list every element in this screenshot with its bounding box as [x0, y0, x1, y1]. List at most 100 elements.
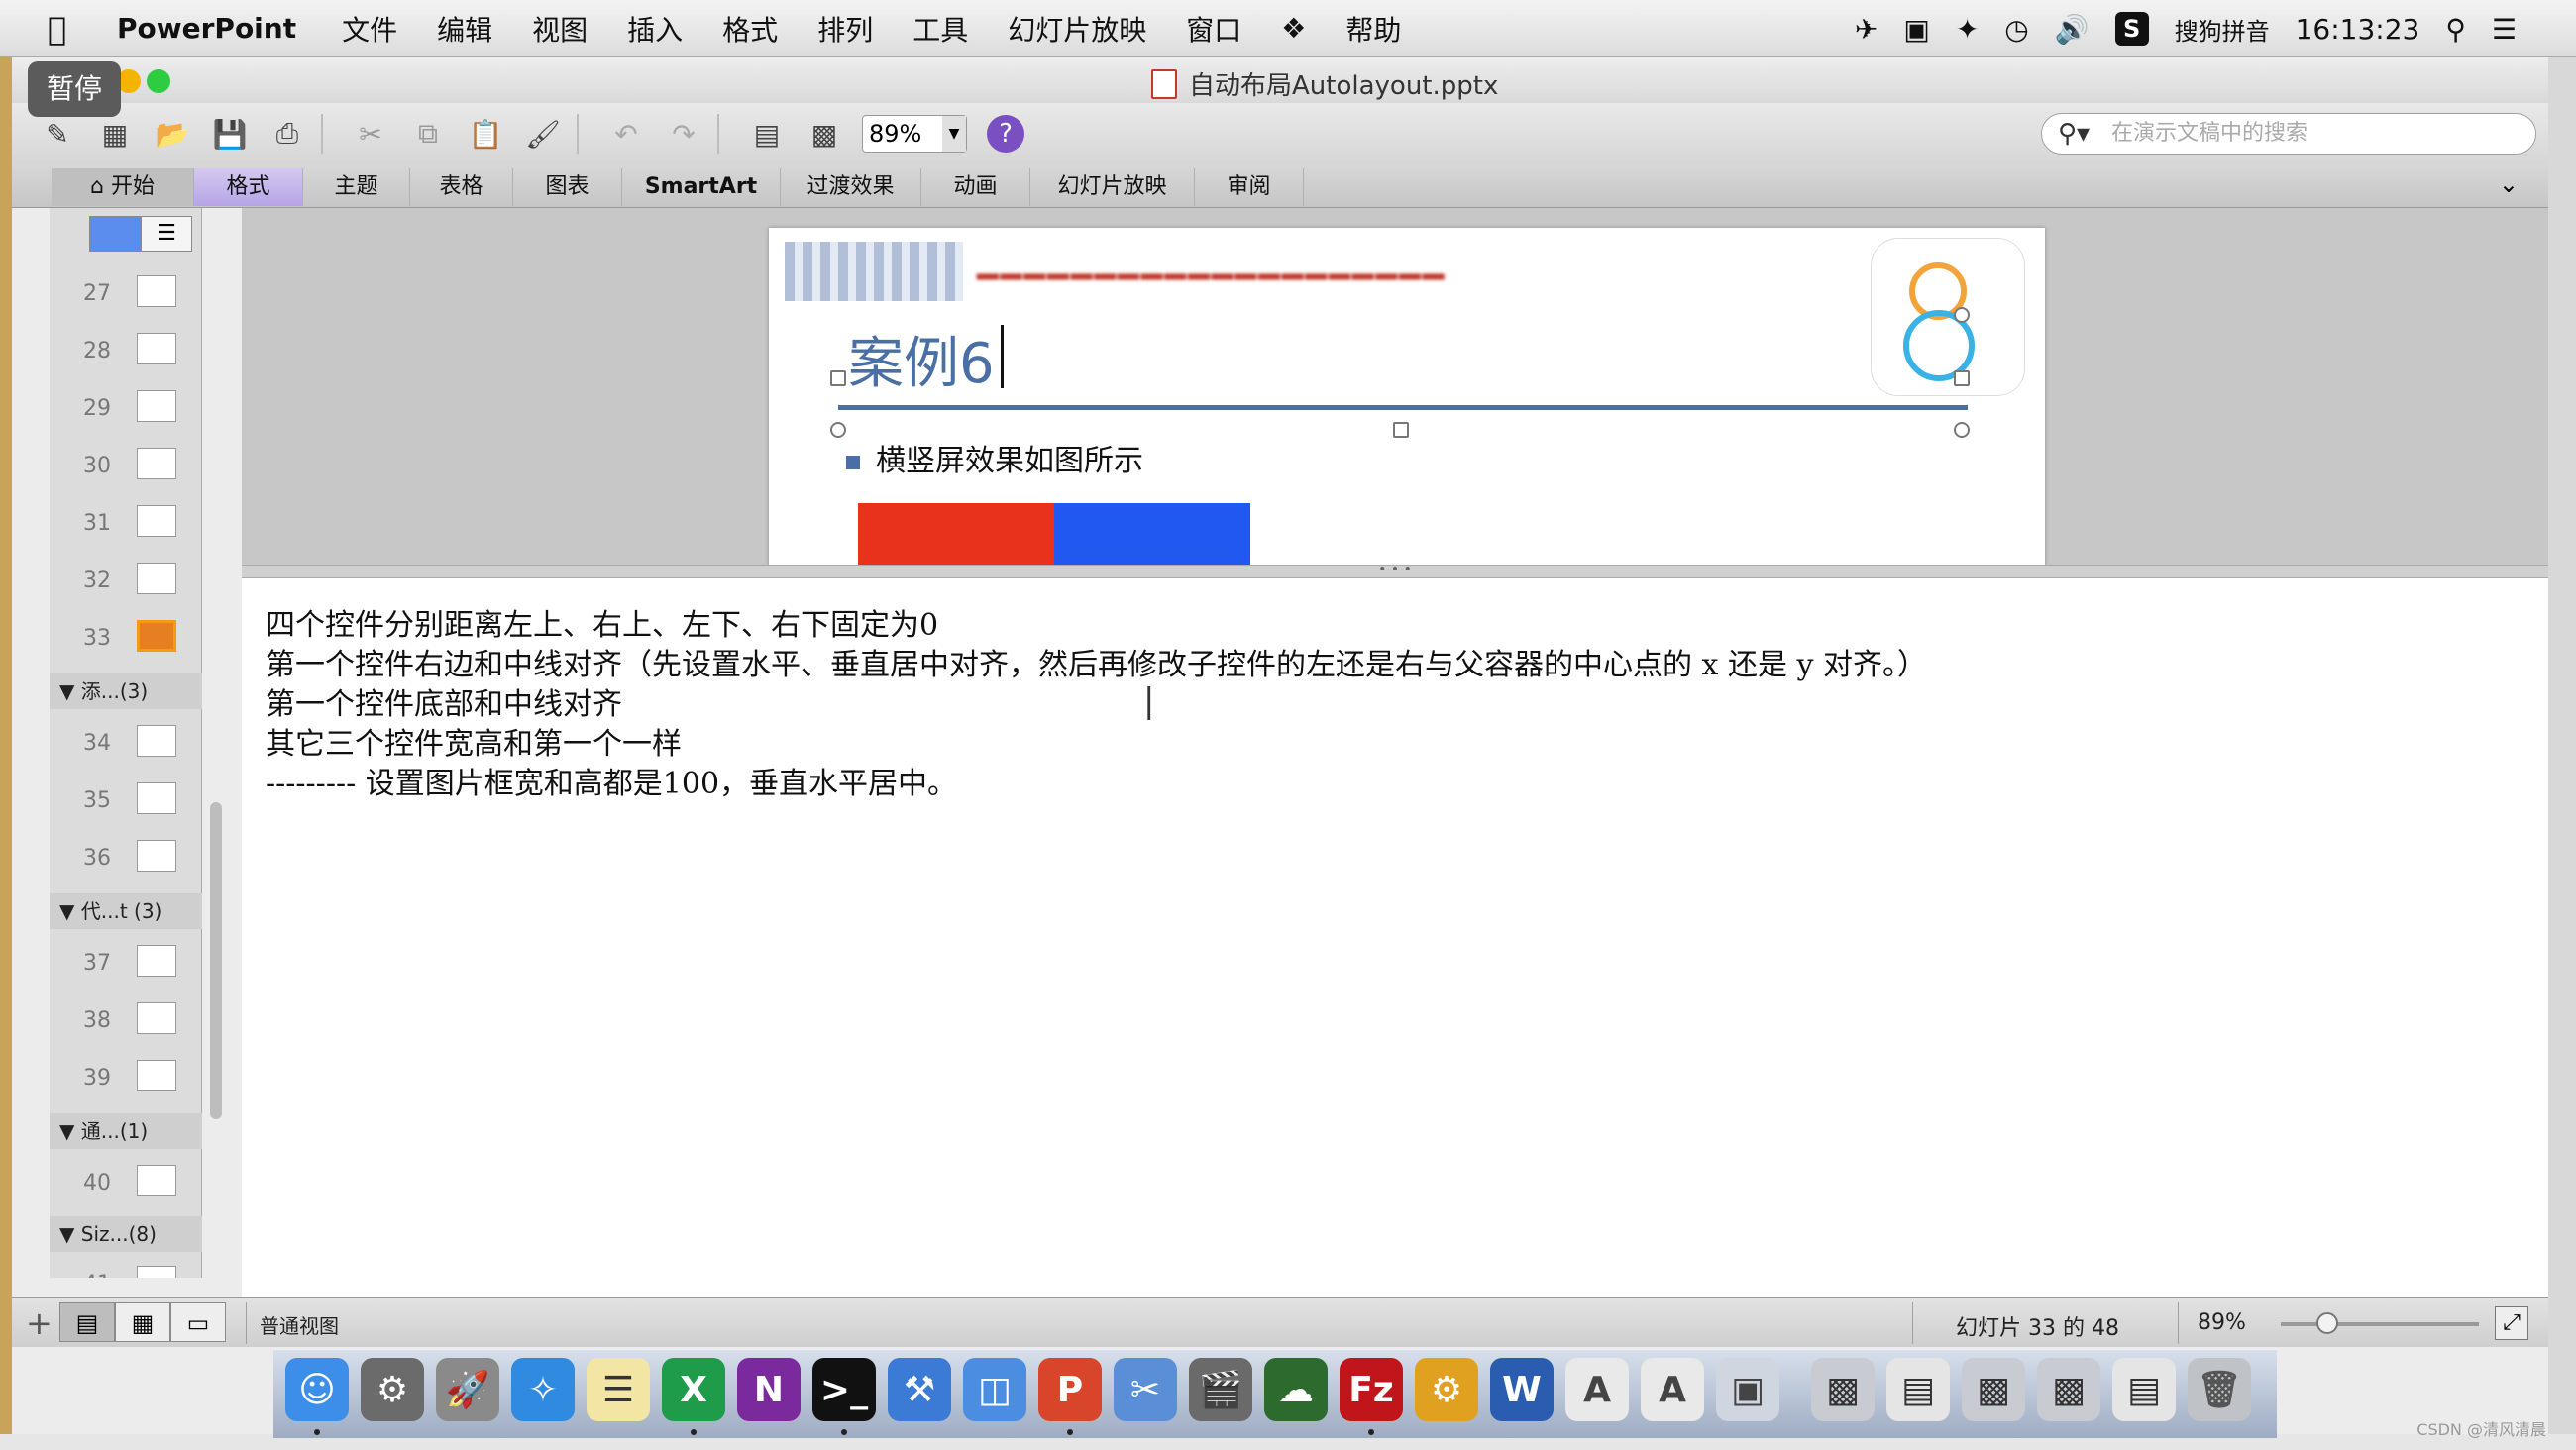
pause-badge[interactable]: 暂停 [28, 61, 121, 117]
document-icon[interactable]: A [1641, 1358, 1704, 1421]
note-line[interactable]: 四个控件分别距离左上、右上、左下、右下固定为0 [266, 600, 938, 644]
slide-canvas[interactable]: ━━━━━━━━━━━━━━━━━━━━ 案例6 横竖屏效果如图所示 [242, 208, 2548, 567]
fit-to-window-icon[interactable]: ⤢ [2495, 1306, 2528, 1340]
slide-thumb[interactable]: 39 [50, 1054, 202, 1103]
slide-thumb[interactable]: 41 [50, 1260, 202, 1278]
video-app-icon[interactable]: 🎬 [1189, 1358, 1252, 1421]
script-icon[interactable]: ❖ [1281, 12, 1306, 45]
search-icon[interactable]: ⚲▾ [2058, 114, 2090, 154]
thumbnail-view-button[interactable] [89, 216, 141, 252]
minimized-window-icon[interactable]: ▤ [1886, 1358, 1950, 1421]
filezilla-icon[interactable]: Fz [1340, 1358, 1403, 1421]
section-header[interactable]: ▼ Siz...(8) [50, 1216, 202, 1252]
slide-thumb[interactable]: 37 [50, 939, 202, 988]
navigator-scrollbar[interactable] [210, 802, 222, 1119]
tab-home[interactable]: ⌂ 开始 [52, 168, 194, 206]
slide-thumbnail[interactable] [137, 1165, 176, 1196]
menu-view[interactable]: 视图 [532, 9, 588, 49]
time-machine-icon[interactable]: ◷ [2004, 13, 2028, 46]
slide-thumbnail[interactable] [137, 333, 176, 364]
add-slide-icon[interactable]: + [26, 1304, 53, 1342]
menu-edit[interactable]: 编辑 [437, 9, 492, 49]
airplane-icon[interactable]: ✈ [1855, 13, 1878, 46]
slide-thumbnail[interactable] [137, 620, 176, 652]
tab-themes[interactable]: 主题 [303, 168, 410, 206]
slide-thumbnail[interactable] [137, 725, 176, 757]
tab-review[interactable]: 审阅 [1195, 168, 1304, 206]
terminal-icon[interactable]: >_ [812, 1358, 876, 1421]
bullet-item[interactable]: 横竖屏效果如图所示 [846, 436, 1143, 479]
resize-handle[interactable] [1954, 370, 1970, 386]
note-line[interactable]: 第一个控件右边和中线对齐（先设置水平、垂直居中对齐，然后再修改子控件的左还是右与… [266, 640, 1927, 683]
menu-window[interactable]: 窗口 [1186, 9, 1241, 49]
minimized-window-icon[interactable]: ▩ [2037, 1358, 2100, 1421]
chevron-down-icon[interactable]: ▼ [942, 116, 966, 152]
scissors-app-icon[interactable]: ✂ [1114, 1358, 1177, 1421]
tab-slideshow[interactable]: 幻灯片放映 [1030, 168, 1195, 206]
redo-icon[interactable]: ↷ [662, 112, 705, 155]
minimized-window-icon[interactable]: ▩ [1811, 1358, 1875, 1421]
xcode-icon[interactable]: ⚒ [888, 1358, 951, 1421]
zoom-slider-knob[interactable] [2316, 1312, 2338, 1334]
slide-thumb[interactable]: 36 [50, 834, 202, 883]
note-line[interactable]: 第一个控件底部和中线对齐 [266, 679, 622, 723]
menu-format[interactable]: 格式 [722, 9, 778, 49]
slide-thumbnail[interactable] [137, 782, 176, 814]
resize-handle[interactable] [830, 370, 846, 386]
volume-icon[interactable]: 🔊 [2055, 13, 2090, 46]
paste-icon[interactable]: 📋 [464, 112, 507, 155]
section-header[interactable]: ▼ 通...(1) [50, 1113, 202, 1149]
menu-arrange[interactable]: 排列 [817, 9, 873, 49]
zoom-button[interactable] [147, 69, 170, 93]
slide-thumbnail[interactable] [137, 390, 176, 422]
safari-icon[interactable]: ✧ [511, 1358, 575, 1421]
menu-tools[interactable]: 工具 [912, 9, 968, 49]
search-input[interactable]: ⚲▾ 在演示文稿中的搜索 [2041, 113, 2536, 155]
print-icon[interactable]: ⎙ [266, 112, 309, 155]
slide-thumbnail[interactable] [137, 505, 176, 537]
slide-thumb[interactable]: 28 [50, 327, 202, 376]
new-icon[interactable]: ✎ [36, 112, 79, 155]
copy-icon[interactable]: ⧉ [406, 112, 450, 155]
open-icon[interactable]: 📂 [151, 112, 194, 155]
slide-thumb[interactable]: 31 [50, 499, 202, 549]
slide-thumbnail[interactable] [137, 1002, 176, 1034]
tab-smartart[interactable]: SmartArt [622, 168, 781, 206]
slide-thumb[interactable]: 40 [50, 1159, 202, 1208]
tab-animations[interactable]: 动画 [921, 168, 1030, 206]
undo-icon[interactable]: ↶ [604, 112, 648, 155]
section-header[interactable]: ▼ 添...(3) [50, 673, 202, 709]
slide-thumb[interactable]: 38 [50, 996, 202, 1046]
resize-handle[interactable] [1393, 422, 1409, 438]
minimized-window-icon[interactable]: ▩ [1962, 1358, 2025, 1421]
current-slide[interactable]: ━━━━━━━━━━━━━━━━━━━━ 案例6 横竖屏效果如图所示 [769, 228, 2045, 567]
help-icon[interactable]: ? [987, 115, 1024, 153]
bluetooth-icon[interactable]: ✦ [1956, 13, 1979, 46]
slide-thumbnail[interactable] [137, 1266, 176, 1278]
tools-app-icon[interactable]: ⚙ [1415, 1358, 1478, 1421]
slide-thumb[interactable]: 32 [50, 557, 202, 606]
slide-thumbnail[interactable] [137, 563, 176, 594]
slide-title[interactable]: 案例6 [848, 319, 995, 399]
sogou-icon[interactable]: S [2114, 12, 2149, 46]
notification-list-icon[interactable]: ☰ [2492, 13, 2517, 46]
phone-screenshot-image[interactable] [858, 503, 1250, 567]
slide-thumbnail[interactable] [137, 840, 176, 872]
note-line[interactable]: 其它三个控件宽高和第一个一样 [266, 719, 682, 763]
slide-thumb[interactable]: 34 [50, 719, 202, 769]
slide-thumb-selected[interactable]: 33 [50, 614, 202, 664]
slide-thumb[interactable]: 30 [50, 442, 202, 491]
slide-thumb[interactable]: 29 [50, 384, 202, 434]
notes-splitter[interactable]: • • • [242, 563, 2548, 578]
title-placeholder[interactable] [838, 311, 1968, 410]
ribbon-collapse-icon[interactable]: ⌄ [2499, 170, 2519, 198]
menu-slideshow[interactable]: 幻灯片放映 [1008, 9, 1146, 49]
resize-handle[interactable] [1954, 422, 1970, 438]
section-header[interactable]: ▼ 代...t (3) [50, 893, 202, 929]
onenote-icon[interactable]: N [737, 1358, 801, 1421]
notes-app-icon[interactable]: ☰ [587, 1358, 650, 1421]
slide-layout-icon[interactable]: ▤ [745, 112, 789, 155]
tab-format[interactable]: 格式 [194, 168, 303, 206]
sorter-view-button[interactable]: ▦ [115, 1302, 170, 1342]
slide-thumbnail[interactable] [137, 1060, 176, 1091]
